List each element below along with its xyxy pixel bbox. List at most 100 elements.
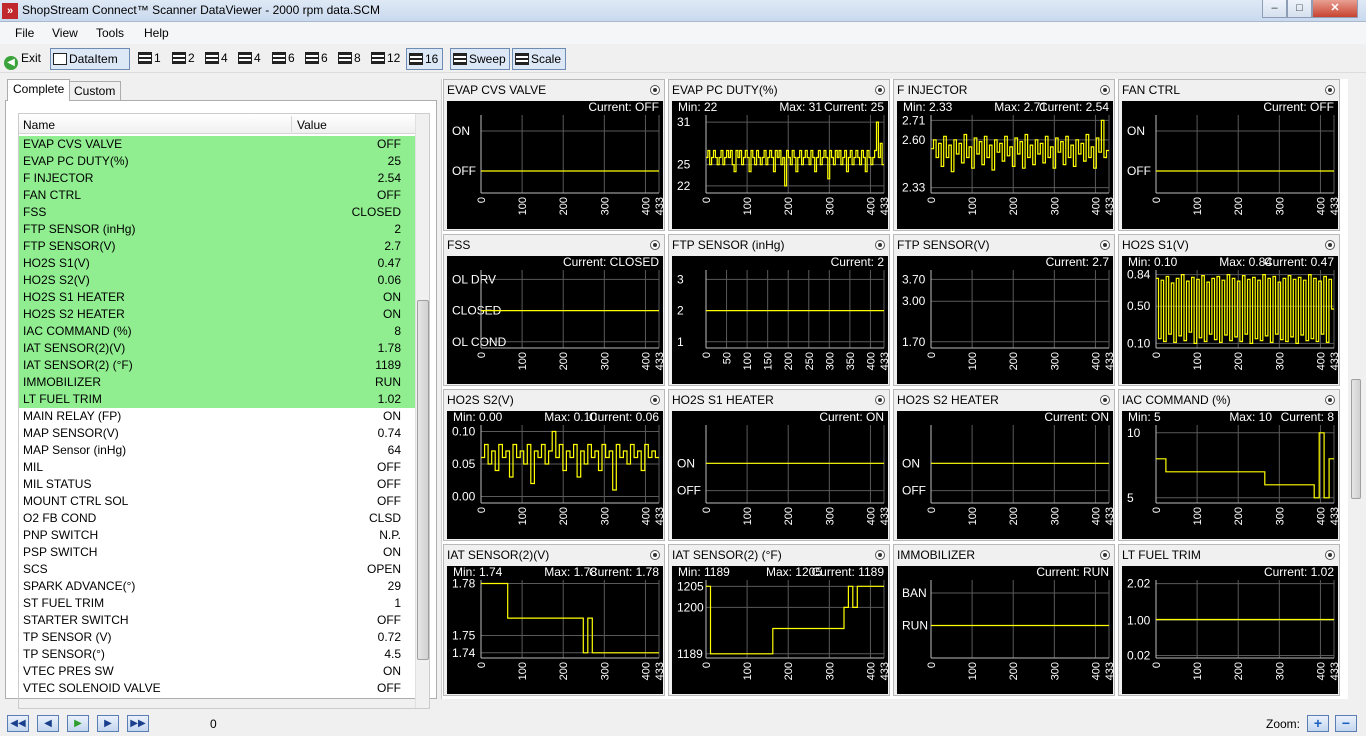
graph-panel-ho2s-s1-heater[interactable]: HO2S S1 HEATER 0 100 200 300 400 433 ON OFF Curre… <box>668 389 890 541</box>
graph-panel-evap-cvs-valve[interactable]: EVAP CVS VALVE 0 100 200 300 400 433 ON OFF Curre… <box>443 79 665 231</box>
graph-panel-fss[interactable]: FSS 0 100 200 300 400 433 OL DRV CLOSED OL COND Cu… <box>443 234 665 386</box>
layout-16-button[interactable]: 16 <box>406 48 443 70</box>
tab-custom[interactable]: Custom <box>68 81 122 100</box>
column-separator[interactable] <box>291 116 292 132</box>
list-item[interactable]: STARTER SWITCH OFF <box>19 612 415 629</box>
layout-6-grid-button[interactable]: 6 <box>303 48 328 70</box>
graph-panel-ftp-sensor-inhg[interactable]: FTP SENSOR (inHg) 0 50 100 150 200 250 300 350 40… <box>668 234 890 386</box>
sweep-button[interactable]: Sweep <box>450 48 510 70</box>
list-item[interactable]: HO2S S2(V) 0.06 <box>19 272 415 289</box>
list-item[interactable]: LT FUEL TRIM 1.02 <box>19 391 415 408</box>
list-item[interactable]: IAT SENSOR(2) (°F) 1189 <box>19 357 415 374</box>
zoom-out-icon[interactable]: − <box>1335 715 1357 732</box>
list-item[interactable]: MOUNT CTRL SOL OFF <box>19 493 415 510</box>
list-item[interactable]: VTEC PRES SW ON <box>19 663 415 680</box>
graph-panel-iat-sensor-2-f[interactable]: IAT SENSOR(2) (°F) 0 100 200 300 400 433 1205 12… <box>668 544 890 696</box>
list-item[interactable]: MAP Sensor (inHg) 64 <box>19 442 415 459</box>
list-item[interactable]: VTEC SOLENOID VALVE OFF <box>19 680 415 697</box>
next-frame-icon[interactable]: ▶ <box>97 715 119 732</box>
zoom-in-icon[interactable]: + <box>1307 715 1329 732</box>
list-item[interactable]: PNP SWITCH N.P. <box>19 527 415 544</box>
graph-panel-ho2s-s2-v[interactable]: HO2S S2(V) 0 100 200 300 400 433 0.10 0.05 0.00 Cu… <box>443 389 665 541</box>
list-scroll-thumb[interactable] <box>417 300 429 660</box>
layout-4-rows-button[interactable]: 4 <box>203 48 228 70</box>
graph-options-icon[interactable] <box>875 550 885 560</box>
graph-options-icon[interactable] <box>1325 395 1335 405</box>
graph-options-icon[interactable] <box>875 85 885 95</box>
list-item[interactable]: IMMOBILIZER RUN <box>19 374 415 391</box>
list-scrollbar[interactable] <box>415 114 429 708</box>
list-item[interactable]: MAP SENSOR(V) 0.74 <box>19 425 415 442</box>
list-item[interactable]: FTP SENSOR (inHg) 2 <box>19 221 415 238</box>
graph-panel-iac-command[interactable]: IAC COMMAND (%) 0 100 200 300 400 433 10 5 Curren… <box>1118 389 1340 541</box>
graph-panel-iat-sensor-2-v[interactable]: IAT SENSOR(2)(V) 0 100 200 300 400 433 1.78 1.75… <box>443 544 665 696</box>
layout-2-button[interactable]: 2 <box>170 48 195 70</box>
list-item[interactable]: MIL STATUS OFF <box>19 476 415 493</box>
graph-panel-ho2s-s1-v[interactable]: HO2S S1(V) 0 100 200 300 400 433 0.84 0.50 0.10 Cu… <box>1118 234 1340 386</box>
list-item[interactable]: F INJECTOR 2.54 <box>19 170 415 187</box>
list-item[interactable]: IAT SENSOR(2)(V) 1.78 <box>19 340 415 357</box>
column-name-header[interactable]: Name <box>23 118 55 132</box>
graph-options-icon[interactable] <box>1325 85 1335 95</box>
graph-options-icon[interactable] <box>1100 85 1110 95</box>
graph-options-icon[interactable] <box>875 395 885 405</box>
list-item[interactable]: ST FUEL TRIM 1 <box>19 595 415 612</box>
layout-4-grid-button[interactable]: 4 <box>236 48 261 70</box>
close-icon[interactable]: ✕ <box>1312 0 1358 18</box>
graph-panel-immobilizer[interactable]: IMMOBILIZER 0 100 200 300 400 433 BAN RUN Current… <box>893 544 1115 696</box>
column-value-header[interactable]: Value <box>297 118 327 132</box>
first-frame-icon[interactable]: ◀◀ <box>7 715 29 732</box>
list-item[interactable]: SCS OPEN <box>19 561 415 578</box>
menu-help[interactable]: Help <box>144 26 169 40</box>
scale-button[interactable]: Scale <box>512 48 566 70</box>
list-item[interactable]: HO2S S1(V) 0.47 <box>19 255 415 272</box>
last-frame-icon[interactable]: ▶▶ <box>127 715 149 732</box>
graph-panel-fan-ctrl[interactable]: FAN CTRL 0 100 200 300 400 433 ON OFF Current: OF… <box>1118 79 1340 231</box>
graph-panel-ftp-sensor-v[interactable]: FTP SENSOR(V) 0 100 200 300 400 433 3.70 3.00 1.7… <box>893 234 1115 386</box>
list-item[interactable]: O2 FB COND CLSD <box>19 510 415 527</box>
list-item[interactable]: EVAP CVS VALVE OFF <box>19 136 415 153</box>
dataitem-button[interactable]: DataItem <box>50 48 130 70</box>
graph-options-icon[interactable] <box>1325 240 1335 250</box>
list-item[interactable]: IAC COMMAND (%) 8 <box>19 323 415 340</box>
graph-options-icon[interactable] <box>1100 550 1110 560</box>
layout-8-button[interactable]: 8 <box>336 48 361 70</box>
list-item[interactable]: PSP SWITCH ON <box>19 544 415 561</box>
list-item[interactable]: TP SENSOR (V) 0.72 <box>19 629 415 646</box>
graph-options-icon[interactable] <box>875 240 885 250</box>
menu-tools[interactable]: Tools <box>96 26 124 40</box>
play-icon[interactable]: ▶ <box>67 715 89 732</box>
graph-options-icon[interactable] <box>650 85 660 95</box>
list-item[interactable]: MIL OFF <box>19 459 415 476</box>
exit-button[interactable]: ◀ Exit <box>2 48 41 70</box>
list-item[interactable]: SPARK ADVANCE(°) 29 <box>19 578 415 595</box>
minimize-icon[interactable]: – <box>1262 0 1287 18</box>
list-item[interactable]: FSS CLOSED <box>19 204 415 221</box>
layout-1-button[interactable]: 1 <box>136 48 161 70</box>
list-item[interactable]: HO2S S1 HEATER ON <box>19 289 415 306</box>
list-item[interactable]: FAN CTRL OFF <box>19 187 415 204</box>
list-item[interactable]: HO2S S2 HEATER ON <box>19 306 415 323</box>
graph-scrollbar[interactable] <box>1348 79 1365 699</box>
graph-scroll-thumb[interactable] <box>1351 379 1361 499</box>
graph-panel-f-injector[interactable]: F INJECTOR 0 100 200 300 400 433 2.71 2.60 2.33 Cu… <box>893 79 1115 231</box>
layout-12-button[interactable]: 12 <box>369 48 400 70</box>
list-item[interactable]: MAIN RELAY (FP) ON <box>19 408 415 425</box>
menu-file[interactable]: File <box>15 26 34 40</box>
menu-view[interactable]: View <box>52 26 78 40</box>
maximize-icon[interactable]: □ <box>1287 0 1312 18</box>
graph-options-icon[interactable] <box>1100 395 1110 405</box>
list-item[interactable]: FTP SENSOR(V) 2.7 <box>19 238 415 255</box>
graph-options-icon[interactable] <box>650 240 660 250</box>
graph-options-icon[interactable] <box>1100 240 1110 250</box>
list-item[interactable]: TP SENSOR(°) 4.5 <box>19 646 415 663</box>
graph-options-icon[interactable] <box>650 550 660 560</box>
graph-options-icon[interactable] <box>650 395 660 405</box>
graph-panel-ho2s-s2-heater[interactable]: HO2S S2 HEATER 0 100 200 300 400 433 ON OFF Curre… <box>893 389 1115 541</box>
list-item[interactable]: EVAP PC DUTY(%) 25 <box>19 153 415 170</box>
layout-6-rows-button[interactable]: 6 <box>270 48 295 70</box>
graph-panel-evap-pc-duty[interactable]: EVAP PC DUTY(%) 0 100 200 300 400 433 31 25 22 Cur… <box>668 79 890 231</box>
previous-frame-icon[interactable]: ◀ <box>37 715 59 732</box>
graph-panel-lt-fuel-trim[interactable]: LT FUEL TRIM 0 100 200 300 400 433 2.02 1.00 0.02… <box>1118 544 1340 696</box>
graph-options-icon[interactable] <box>1325 550 1335 560</box>
